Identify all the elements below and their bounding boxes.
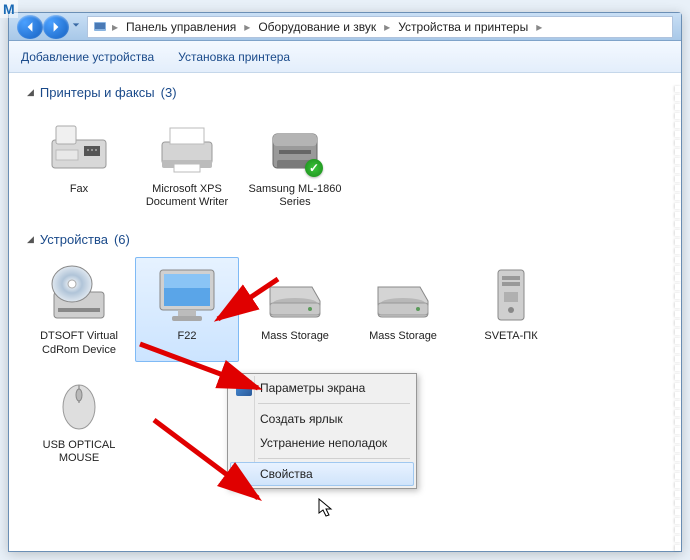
device-monitor-f22[interactable]: F22	[135, 257, 239, 361]
breadcrumb-separator: ▸	[382, 20, 392, 34]
laser-printer-icon: ✓	[255, 115, 335, 179]
group-header-devices[interactable]: ◢ Устройства (6)	[27, 232, 663, 247]
group-header-printers[interactable]: ◢ Принтеры и факсы (3)	[27, 85, 663, 100]
breadcrumb-devices-printers[interactable]: Устройства и принтеры	[394, 18, 532, 36]
control-panel-icon	[92, 19, 108, 35]
device-label: F22	[178, 330, 197, 343]
titlebar: ▸ Панель управления ▸ Оборудование и зву…	[9, 13, 681, 41]
nav-buttons	[17, 15, 83, 39]
menu-display-settings[interactable]: Параметры экрана	[230, 376, 414, 400]
device-xps-writer[interactable]: Microsoft XPS Document Writer	[135, 110, 239, 214]
device-mass-storage-1[interactable]: Mass Storage	[243, 257, 347, 361]
breadcrumb-separator: ▸	[110, 20, 120, 34]
printers-items: Fax Microsoft XPS Document Writer	[27, 110, 663, 214]
hdd-icon	[363, 262, 443, 326]
arrow-right-icon	[50, 21, 62, 33]
mouse-icon	[39, 371, 119, 435]
device-label: Samsung ML-1860 Series	[248, 183, 342, 209]
menu-separator	[258, 458, 410, 459]
add-device-button[interactable]: Добавление устройства	[21, 50, 154, 64]
printer-icon	[147, 115, 227, 179]
install-printer-button[interactable]: Установка принтера	[178, 50, 290, 64]
back-button[interactable]	[17, 15, 43, 39]
collapse-icon: ◢	[27, 234, 34, 245]
device-label: USB OPTICAL MOUSE	[32, 439, 126, 465]
device-label: Microsoft XPS Document Writer	[140, 183, 234, 209]
fax-icon	[39, 115, 119, 179]
content-pane: ◢ Принтеры и факсы (3) Fax	[9, 73, 681, 551]
device-label: Mass Storage	[369, 330, 437, 343]
breadcrumb-separator: ▸	[242, 20, 252, 34]
command-bar: Добавление устройства Установка принтера	[9, 41, 681, 73]
breadcrumb-control-panel[interactable]: Панель управления	[122, 18, 240, 36]
breadcrumb-hardware-sound[interactable]: Оборудование и звук	[254, 18, 380, 36]
device-label: Fax	[70, 183, 88, 196]
group-title: Принтеры и факсы	[40, 85, 155, 100]
device-label: SVETA-ПК	[484, 330, 537, 343]
forward-button[interactable]	[43, 15, 69, 39]
nav-history-dropdown[interactable]	[69, 15, 83, 35]
group-count: (6)	[114, 232, 130, 247]
hdd-icon	[255, 262, 335, 326]
group-title: Устройства	[40, 232, 108, 247]
device-pc[interactable]: SVETA-ПК	[459, 257, 563, 361]
monitor-icon	[147, 262, 227, 326]
device-usb-mouse[interactable]: USB OPTICAL MOUSE	[27, 366, 131, 470]
device-virtual-cdrom[interactable]: DTSOFT Virtual CdRom Device	[27, 257, 131, 361]
arrow-left-icon	[24, 21, 36, 33]
chevron-down-icon	[72, 21, 80, 29]
pc-tower-icon	[471, 262, 551, 326]
menu-separator	[258, 403, 410, 404]
explorer-window: ▸ Панель управления ▸ Оборудование и зву…	[8, 12, 682, 552]
page-marker: M	[0, 0, 18, 18]
cdrom-icon	[39, 262, 119, 326]
menu-properties[interactable]: Свойства	[230, 462, 414, 486]
device-label: DTSOFT Virtual CdRom Device	[32, 330, 126, 356]
menu-troubleshoot[interactable]: Устранение неполадок	[230, 431, 414, 455]
device-fax[interactable]: Fax	[27, 110, 131, 214]
breadcrumb-separator: ▸	[534, 20, 544, 34]
default-badge-icon: ✓	[305, 159, 323, 177]
breadcrumb[interactable]: ▸ Панель управления ▸ Оборудование и зву…	[87, 16, 673, 38]
torn-edge-decoration	[675, 83, 681, 551]
context-menu: Параметры экрана Создать ярлык Устранени…	[227, 373, 417, 489]
device-samsung-printer[interactable]: ✓ Samsung ML-1860 Series	[243, 110, 347, 214]
device-label: Mass Storage	[261, 330, 329, 343]
device-mass-storage-2[interactable]: Mass Storage	[351, 257, 455, 361]
group-count: (3)	[161, 85, 177, 100]
collapse-icon: ◢	[27, 87, 34, 98]
menu-create-shortcut[interactable]: Создать ярлык	[230, 407, 414, 431]
